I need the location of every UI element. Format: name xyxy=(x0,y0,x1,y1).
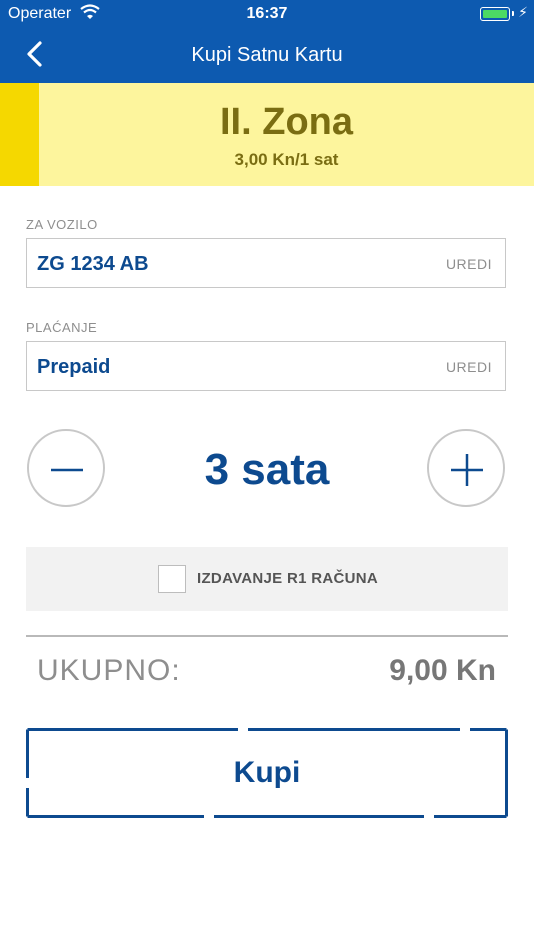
zone-banner: II. Zona 3,00 Kn/1 sat xyxy=(0,83,534,186)
r1-invoice-option[interactable]: IZDAVANJE R1 RAČUNA xyxy=(26,547,508,611)
zone-color-stripe xyxy=(0,83,39,186)
status-bar: Operater 16:37 ⚡ xyxy=(0,0,534,28)
vehicle-field[interactable]: ZG 1234 AB UREDI xyxy=(26,238,506,288)
payment-method: Prepaid xyxy=(37,356,111,378)
page-title: Kupi Satnu Kartu xyxy=(191,44,343,66)
increase-button[interactable] xyxy=(427,429,505,507)
battery-tip xyxy=(512,11,514,16)
zone-rate: 3,00 Kn/1 sat xyxy=(234,150,339,169)
vehicle-label: ZA VOZILO xyxy=(26,217,98,232)
buy-button[interactable]: Kupi xyxy=(26,728,508,818)
duration-value: 3 sata xyxy=(204,445,330,494)
payment-field[interactable]: Prepaid UREDI xyxy=(26,341,506,391)
total-value: 9,00 Kn xyxy=(389,654,496,687)
payment-label: PLAĆANJE xyxy=(26,320,98,335)
vehicle-edit-button[interactable]: UREDI xyxy=(446,256,492,272)
divider xyxy=(26,635,508,637)
status-time: 16:37 xyxy=(246,5,288,22)
nav-bar: Kupi Satnu Kartu xyxy=(0,28,534,83)
total-label: UKUPNO: xyxy=(37,654,181,687)
r1-invoice-checkbox[interactable] xyxy=(158,565,186,593)
battery-icon xyxy=(480,7,510,21)
decrease-button[interactable] xyxy=(27,429,105,507)
zone-name: II. Zona xyxy=(220,101,353,143)
r1-invoice-label: IZDAVANJE R1 RAČUNA xyxy=(197,570,378,587)
plus-icon xyxy=(451,454,483,486)
payment-edit-button[interactable]: UREDI xyxy=(446,359,492,375)
vehicle-plate: ZG 1234 AB xyxy=(37,253,149,275)
minus-icon xyxy=(51,468,83,472)
buy-button-label: Kupi xyxy=(233,756,301,789)
charging-icon: ⚡ xyxy=(518,4,528,20)
